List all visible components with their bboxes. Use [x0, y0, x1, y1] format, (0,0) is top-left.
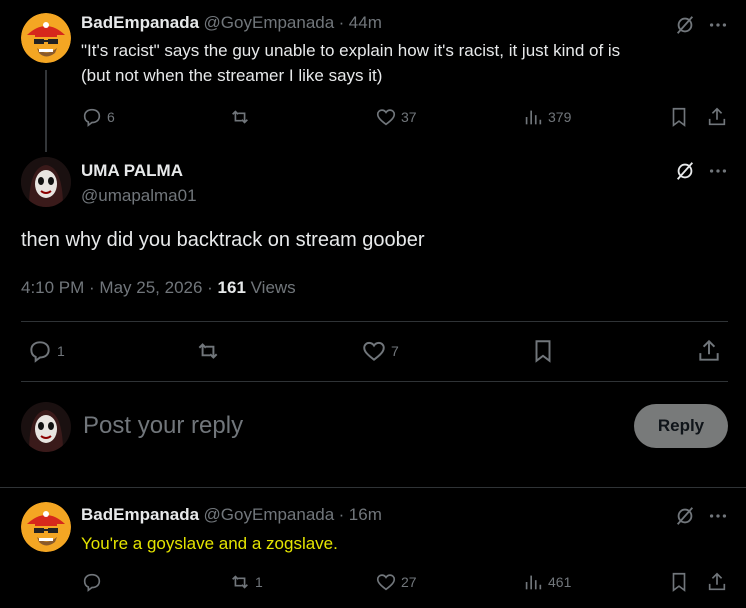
tweet-text: then why did you backtrack on stream goo… [21, 229, 425, 251]
like-icon [375, 106, 397, 128]
reply-button[interactable]: 1 [27, 338, 65, 364]
timestamp[interactable]: 44m [349, 13, 382, 32]
reply-input[interactable]: Post your reply [83, 412, 243, 440]
avatar[interactable] [21, 157, 71, 207]
bookmark-icon[interactable] [530, 338, 556, 364]
divider [21, 381, 728, 382]
tweet-text-line: "It's racist" says the guy unable to exp… [81, 41, 621, 60]
tweet-text: "It's racist" says the guy unable to exp… [81, 38, 711, 88]
reply-icon [27, 338, 53, 364]
avatar[interactable] [21, 13, 71, 63]
retweet-icon [229, 571, 251, 593]
tweet-meta: 4:10 PM · May 25, 2026 · 161 Views [21, 278, 296, 298]
share-icon[interactable] [706, 571, 728, 593]
tweet-text-line: (but not when the streamer I like says i… [81, 66, 383, 85]
retweet-button[interactable] [229, 106, 251, 128]
reply-count: 1 [57, 343, 65, 359]
like-count: 37 [401, 109, 417, 125]
like-button[interactable]: 37 [375, 106, 417, 128]
views-count: 161 [217, 278, 246, 297]
grok-icon[interactable] [674, 160, 696, 182]
more-icon[interactable] [707, 505, 729, 527]
display-name[interactable]: BadEmpanada [81, 505, 199, 524]
tweet-text: You're a goyslave and a zogslave. [81, 534, 338, 553]
timestamp[interactable]: 4:10 PM · May 25, 2026 · [21, 278, 218, 297]
views-icon [522, 571, 544, 593]
reply-button[interactable]: 6 [81, 106, 115, 128]
display-name[interactable]: BadEmpanada [81, 13, 199, 32]
reply-button[interactable] [81, 571, 103, 593]
like-icon [361, 338, 387, 364]
reply-icon [81, 106, 103, 128]
more-icon[interactable] [707, 160, 729, 182]
reply-button[interactable]: Reply [634, 404, 728, 448]
views-icon [522, 106, 544, 128]
like-count: 27 [401, 574, 417, 590]
reply-count: 6 [107, 109, 115, 125]
views-label: Views [245, 278, 296, 297]
retweet-icon [195, 338, 221, 364]
reply-icon [81, 571, 103, 593]
separator-dot: · [338, 505, 345, 524]
like-icon [375, 571, 397, 593]
views-button[interactable]: 461 [522, 571, 571, 593]
bookmark-icon[interactable] [668, 571, 690, 593]
like-button[interactable]: 27 [375, 571, 417, 593]
thread-line [45, 70, 47, 152]
divider [21, 321, 728, 322]
retweet-count: 1 [255, 574, 263, 590]
handle[interactable]: @GoyEmpanada [204, 13, 335, 32]
handle[interactable]: @GoyEmpanada [204, 505, 335, 524]
views-button[interactable]: 379 [522, 106, 571, 128]
handle[interactable]: @umapalma01 [81, 186, 197, 206]
bookmark-icon[interactable] [668, 106, 690, 128]
grok-icon[interactable] [674, 505, 696, 527]
like-button[interactable]: 7 [361, 338, 399, 364]
share-icon[interactable] [706, 106, 728, 128]
divider [0, 487, 746, 488]
views-count: 379 [548, 109, 572, 125]
retweet-button[interactable]: 1 [229, 571, 263, 593]
grok-icon[interactable] [674, 14, 696, 36]
timestamp[interactable]: 16m [349, 505, 382, 524]
avatar[interactable] [21, 502, 71, 552]
retweet-icon [229, 106, 251, 128]
like-count: 7 [391, 343, 399, 359]
display-name[interactable]: UMA PALMA [81, 161, 183, 181]
views-count: 461 [548, 574, 572, 590]
separator-dot: · [338, 13, 345, 32]
avatar [21, 402, 71, 452]
more-icon[interactable] [707, 14, 729, 36]
retweet-button[interactable] [195, 338, 221, 364]
share-icon[interactable] [696, 338, 722, 364]
